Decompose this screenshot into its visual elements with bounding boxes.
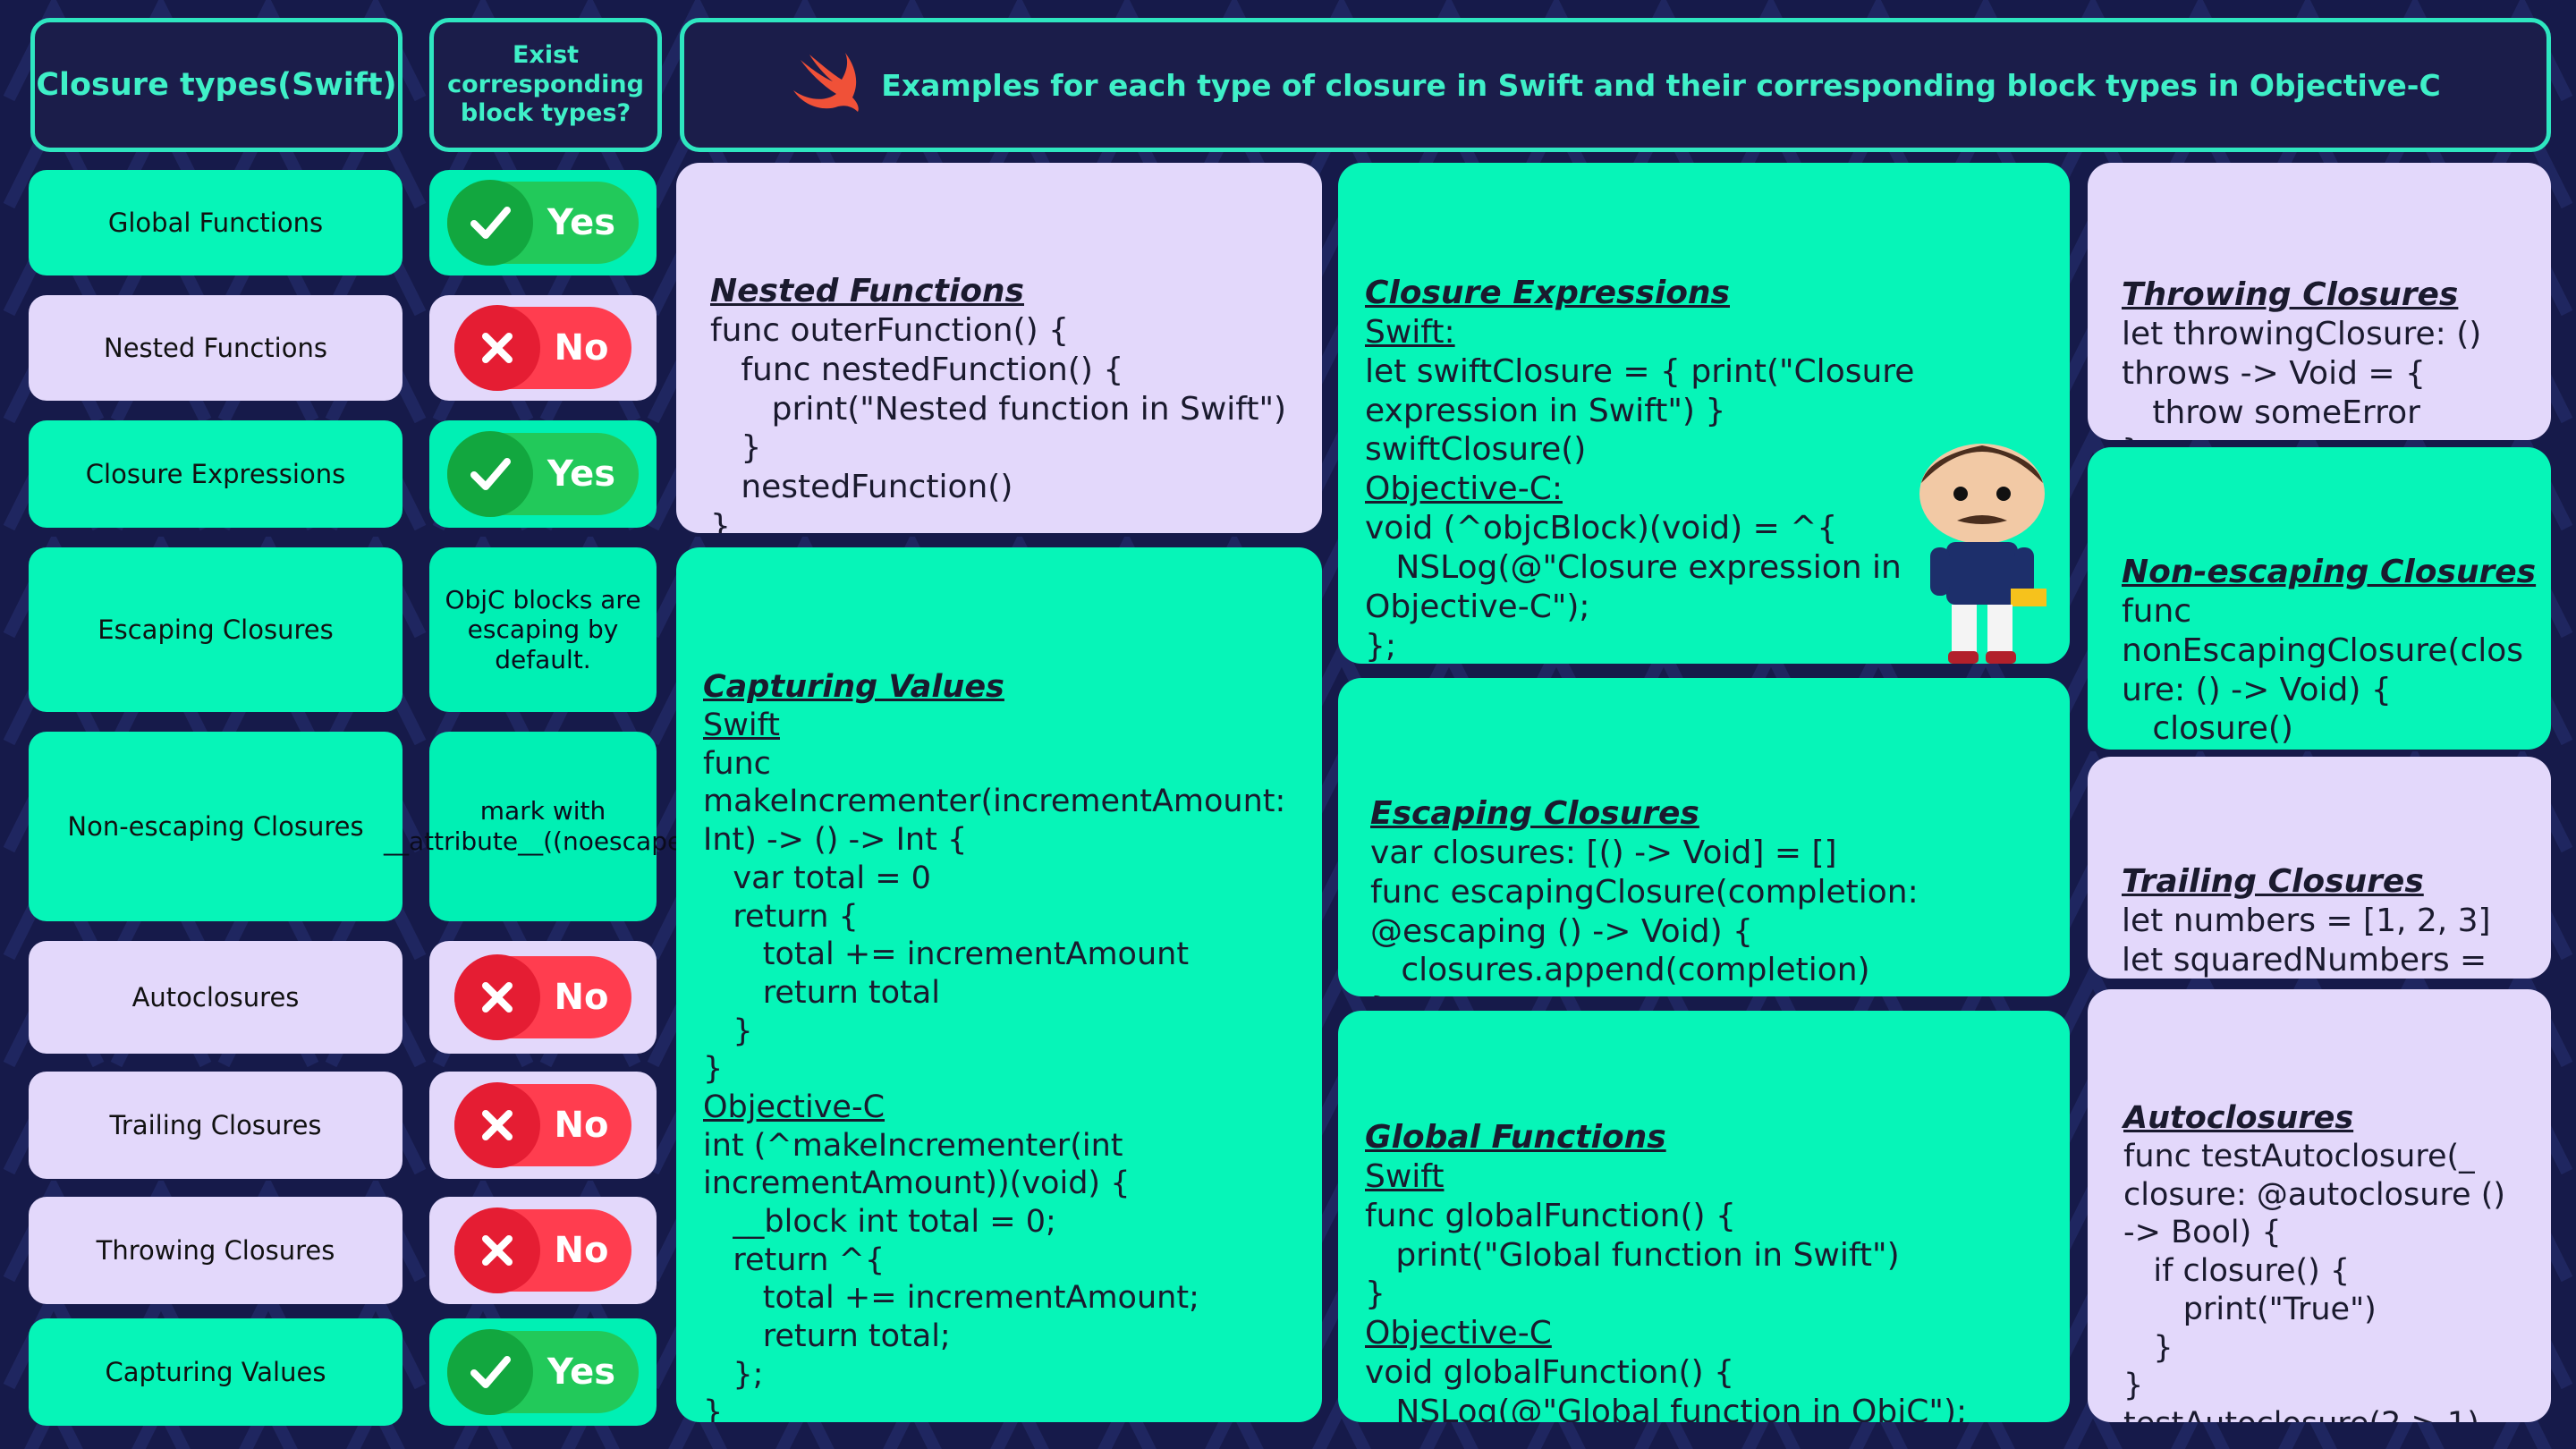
row-type-autoclosures: Autoclosures <box>29 941 402 1054</box>
card-global-objc-code: void globalFunction() { NSLog(@"Global f… <box>1365 1354 1968 1422</box>
row-type-label: Non-escaping Closures <box>67 811 364 842</box>
card-global-functions: Global Functions Swift func globalFunction… <box>1338 1011 2070 1422</box>
checkmark-icon <box>446 1329 533 1415</box>
row-type-closure-expressions: Closure Expressions <box>29 420 402 528</box>
row-status-capturing-values: Yes <box>429 1318 657 1426</box>
status-label: Yes <box>547 202 616 243</box>
card-escaping-closures-title: Escaping Closures <box>1370 794 1699 832</box>
card-nested-functions-code: func outerFunction() { func nestedFuncti… <box>710 311 1287 533</box>
card-capturing-swift-label: Swift <box>703 708 780 744</box>
status-note: mark with __attribute__((noescape)) <box>383 796 703 856</box>
checkmark-icon <box>446 431 533 517</box>
row-type-label: Throwing Closures <box>96 1235 335 1266</box>
status-label: No <box>554 1230 609 1271</box>
row-type-label: Trailing Closures <box>109 1110 322 1140</box>
card-escaping-closures: Escaping Closures var closures: [() -> Vo… <box>1338 678 2070 996</box>
card-autoclosures-title: Autoclosures <box>2123 1100 2354 1137</box>
card-throwing-closures: Throwing Closures let throwingClosure: ()… <box>2088 163 2551 440</box>
cross-icon <box>453 1208 540 1293</box>
status-label: No <box>554 327 609 369</box>
card-trailing-closures-code: let numbers = [1, 2, 3] let squaredNumbe… <box>2122 902 2491 979</box>
card-global-functions-title: Global Functions <box>1365 1118 1666 1156</box>
swift-logo-icon <box>790 47 865 123</box>
header-exist-block: Exist corresponding block types? <box>429 18 662 152</box>
card-global-objc-label: Objective-C <box>1365 1315 1552 1352</box>
row-status-non-escaping-closures: mark with __attribute__((noescape)) <box>384 732 702 921</box>
yes-badge: Yes <box>446 180 640 266</box>
figurine-illustration <box>1911 438 2054 667</box>
card-nonescaping-closures: Non-escaping Closures func nonEscapingClo… <box>2088 447 2551 750</box>
header-exist-block-label: Exist corresponding block types? <box>447 41 644 128</box>
figurine-icon <box>1919 444 2046 664</box>
card-capturing-objc-label: Objective-C <box>703 1089 886 1125</box>
row-type-trailing-closures: Trailing Closures <box>29 1072 402 1179</box>
row-status-throwing-closures: No <box>429 1197 657 1304</box>
card-capturing-swift-code: func makeIncrementer(incrementAmount: In… <box>703 745 1286 1088</box>
row-type-non-escaping-closures: Non-escaping Closures <box>29 732 402 921</box>
checkmark-icon <box>446 180 533 266</box>
row-type-label: Autoclosures <box>131 982 300 1013</box>
card-trailing-closures-title: Trailing Closures <box>2122 862 2424 900</box>
card-nonescaping-closures-title: Non-escaping Closures <box>2122 553 2537 590</box>
card-nonescaping-closures-code: func nonEscapingClosure(clos ure: () -> … <box>2122 592 2524 748</box>
row-type-label: Closure Expressions <box>85 459 346 489</box>
row-status-trailing-closures: No <box>429 1072 657 1179</box>
cross-icon <box>453 1082 540 1168</box>
header-examples-label: Examples for each type of closure in Swi… <box>881 67 2441 103</box>
card-escaping-closures-code: var closures: [() -> Void] = [] func esc… <box>1370 834 1919 996</box>
row-type-capturing-values: Capturing Values <box>29 1318 402 1426</box>
card-autoclosures-code: func testAutoclosure(_ closure: @autoclo… <box>2123 1139 2506 1422</box>
card-capturing-objc-code: int (^makeIncrementer(int incrementAmoun… <box>703 1127 1199 1422</box>
header-closure-types: Closure types(Swift) <box>30 18 402 152</box>
card-nested-functions-title: Nested Functions <box>710 272 1024 309</box>
cross-icon <box>453 954 540 1040</box>
row-status-closure-expressions: Yes <box>429 420 657 528</box>
row-status-global-functions: Yes <box>429 170 657 275</box>
status-label: No <box>554 977 609 1018</box>
row-type-label: Nested Functions <box>104 333 327 363</box>
row-type-throwing-closures: Throwing Closures <box>29 1197 402 1304</box>
no-badge: No <box>453 1208 632 1293</box>
card-nested-functions: Nested Functions func outerFunction() { f… <box>676 163 1322 533</box>
yes-badge: Yes <box>446 1329 640 1415</box>
card-global-swift-code: func globalFunction() { print("Global fu… <box>1365 1197 1900 1313</box>
card-throwing-closures-code: let throwingClosure: () throws -> Void =… <box>2122 315 2482 440</box>
row-type-label: Global Functions <box>107 208 324 238</box>
row-type-label: Escaping Closures <box>97 614 334 645</box>
row-status-nested-functions: No <box>429 295 657 401</box>
status-label: Yes <box>547 453 616 495</box>
status-label: Yes <box>547 1352 616 1393</box>
row-type-global-functions: Global Functions <box>29 170 402 275</box>
card-trailing-closures: Trailing Closures let numbers = [1, 2, 3]… <box>2088 757 2551 979</box>
header-closure-types-label: Closure types(Swift) <box>36 67 397 103</box>
card-capturing-values-title: Capturing Values <box>703 669 1004 706</box>
no-badge: No <box>453 305 632 391</box>
card-throwing-closures-title: Throwing Closures <box>2122 275 2459 313</box>
header-examples: Examples for each type of closure in Swi… <box>680 18 2551 152</box>
no-badge: No <box>453 954 632 1040</box>
cross-icon <box>453 305 540 391</box>
card-autoclosures: Autoclosures func testAutoclosure(_ closu… <box>2088 989 2551 1422</box>
row-status-escaping-closures: ObjC blocks are escaping by default. <box>429 547 657 712</box>
status-note: ObjC blocks are escaping by default. <box>445 584 641 674</box>
row-status-autoclosures: No <box>429 941 657 1054</box>
row-type-escaping-closures: Escaping Closures <box>29 547 402 712</box>
row-type-label: Capturing Values <box>105 1357 326 1387</box>
card-closure-swift-label: Swift: <box>1365 313 1455 351</box>
row-type-nested-functions: Nested Functions <box>29 295 402 401</box>
card-closure-expressions-title: Closure Expressions <box>1365 274 1730 311</box>
yes-badge: Yes <box>446 431 640 517</box>
card-capturing-values: Capturing Values Swift func makeIncremente… <box>676 547 1322 1422</box>
card-global-swift-label: Swift <box>1365 1157 1445 1195</box>
status-label: No <box>554 1105 609 1146</box>
no-badge: No <box>453 1082 632 1168</box>
